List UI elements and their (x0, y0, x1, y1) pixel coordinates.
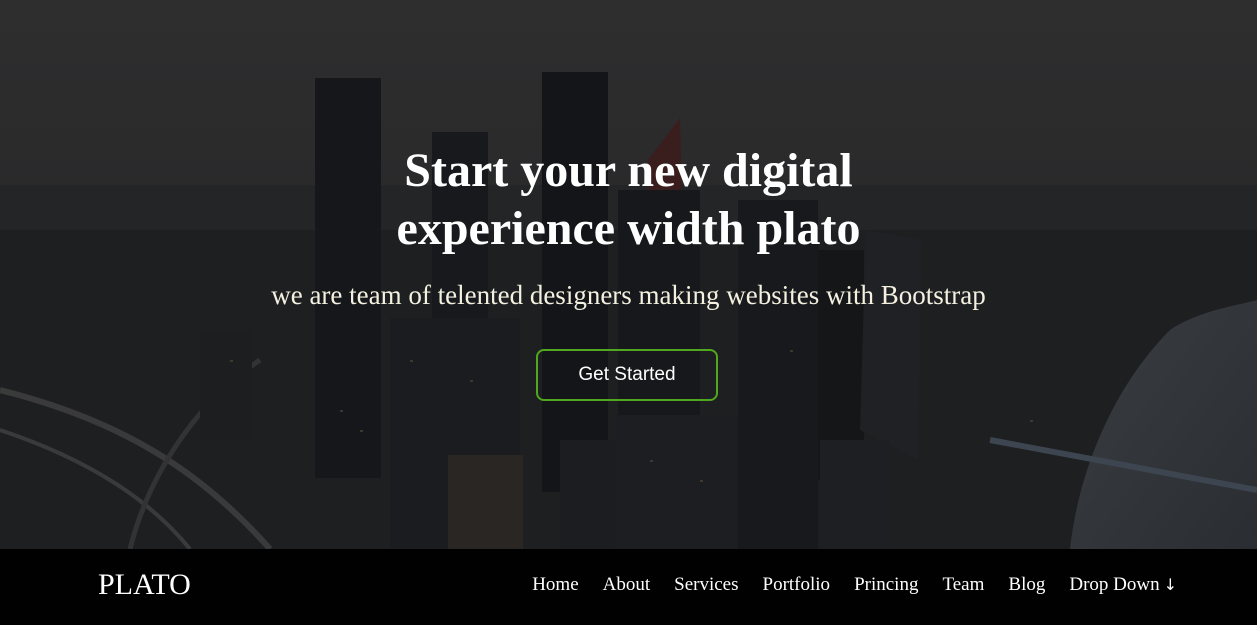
nav-item-blog[interactable]: Blog (1008, 574, 1045, 596)
nav-item-dropdown[interactable]: Drop Down ↓ (1069, 574, 1177, 596)
nav-item-portfolio[interactable]: Portfolio (763, 574, 831, 596)
nav-item-services[interactable]: Services (674, 574, 738, 596)
arrow-down-icon: ↓ (1163, 575, 1177, 594)
get-started-button[interactable]: Get Started (536, 349, 718, 401)
hero-subtitle: we are team of telented designers making… (271, 280, 986, 310)
nav-item-dropdown-label: Drop Down (1069, 574, 1160, 595)
hero-content: Start your new digital experience width … (0, 0, 1257, 549)
hero-title-line-1: Start your new digital (404, 144, 853, 197)
brand-logo[interactable]: PLATO (98, 568, 191, 602)
hero-section: Start your new digital experience width … (0, 0, 1257, 549)
nav-item-about[interactable]: About (603, 574, 651, 596)
nav-menu: Home About Services Portfolio Princing T… (508, 574, 1177, 596)
hero-title: Start your new digital experience width … (0, 142, 1257, 258)
hero-title-line-2: experience width plato (396, 202, 861, 255)
nav-item-pricing[interactable]: Princing (854, 574, 918, 596)
nav-item-home[interactable]: Home (532, 574, 578, 596)
nav-item-team[interactable]: Team (942, 574, 984, 596)
